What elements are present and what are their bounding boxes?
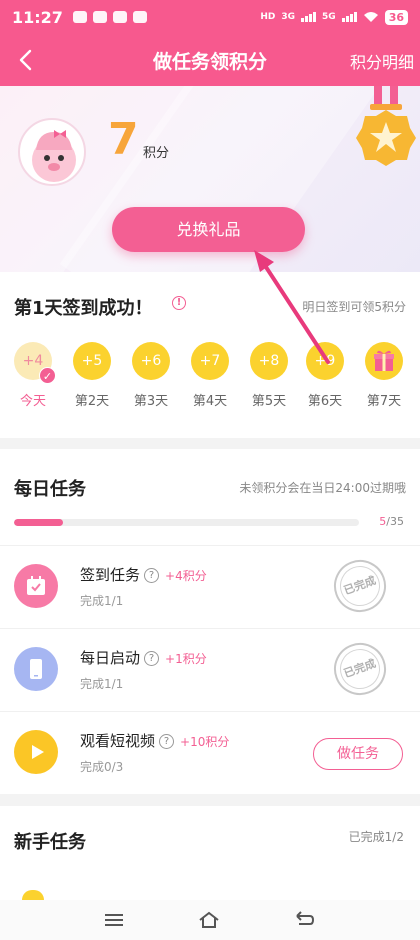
day-label: 第5天 [251, 394, 287, 409]
menu-button[interactable] [100, 908, 128, 932]
system-nav-bar [0, 900, 420, 940]
daily-title: 每日任务 [14, 479, 86, 500]
signal-icon [301, 12, 317, 22]
signin-section: 第1天签到成功！ ! 明日签到可领5积分 +4 ✓ 今天 +5 第2天 +6 第3… [0, 272, 420, 438]
task-icon-partial [22, 890, 44, 900]
coin-icon: +8 [250, 342, 288, 380]
battery-indicator: 36 [384, 9, 408, 25]
signin-tip: 明日签到可领5积分 [302, 300, 406, 314]
points-detail-link[interactable]: 积分明细 [350, 49, 414, 73]
signin-day-6[interactable]: +9 第6天 [302, 342, 348, 409]
day-label: 第6天 [307, 394, 343, 409]
progress-text: 5/35 [379, 515, 404, 528]
daily-progress-bar [14, 519, 359, 526]
info-icon[interactable]: ! [172, 296, 186, 310]
task-progress: 完成1/1 [80, 677, 124, 691]
signin-day-2[interactable]: +5 第2天 [69, 342, 115, 409]
calendar-icon [14, 564, 58, 608]
exchange-gift-button[interactable]: 兑换礼品 [112, 207, 305, 252]
signal-icon-2 [341, 12, 357, 22]
coin-icon: +4 ✓ [14, 342, 56, 384]
wifi-icon [363, 12, 378, 22]
status-right: HD 3G 5G 36 [260, 9, 408, 25]
mail-icon [92, 11, 107, 23]
home-button[interactable] [195, 908, 223, 932]
task-progress: 完成0/3 [80, 760, 124, 774]
avatar[interactable] [18, 118, 86, 186]
day-label: 第7天 [366, 394, 402, 409]
check-icon: ✓ [39, 367, 56, 384]
day-label: 第3天 [133, 394, 169, 409]
task-reward: +10积分 [180, 735, 230, 749]
novice-title: 新手任务 [14, 832, 86, 853]
points-value: 7 [108, 114, 139, 165]
signin-day-1[interactable]: +4 ✓ 今天 [10, 342, 56, 409]
signin-day-7[interactable]: 第7天 [361, 342, 407, 409]
help-icon[interactable]: ? [159, 734, 175, 749]
play-icon [14, 730, 58, 774]
task-progress: 完成1/1 [80, 594, 124, 608]
day-label: 第2天 [74, 394, 110, 409]
back-nav-button[interactable] [290, 908, 318, 932]
tablet-icon [14, 647, 58, 691]
home-icon [199, 911, 219, 928]
task-row-launch[interactable]: 每日启动? +1积分 完成1/1 已完成 [0, 628, 420, 711]
network-5g: 5G [322, 12, 336, 22]
coin-icon: +5 [73, 342, 111, 380]
novice-done-count: 已完成1/2 [348, 830, 404, 844]
day-label: 第4天 [192, 394, 228, 409]
do-task-button[interactable]: 做任务 [313, 738, 403, 770]
completed-stamp: 已完成 [326, 552, 394, 620]
help-icon[interactable]: ? [144, 651, 160, 666]
coin-icon: +6 [132, 342, 170, 380]
signin-day-3[interactable]: +6 第3天 [128, 342, 174, 409]
points-unit: 积分 [143, 146, 170, 161]
coin-icon: +9 [306, 342, 344, 380]
status-time: 11:27 [12, 7, 63, 27]
task-row-video[interactable]: 观看短视频? +10积分 完成0/3 做任务 [0, 711, 420, 794]
completed-stamp: 已完成 [326, 635, 394, 703]
top-nav-bar: 做任务领积分 积分明细 [0, 34, 420, 86]
expire-note: 未领积分会在当日24:00过期哦 [239, 481, 406, 495]
novice-tasks-section: 新手任务 已完成1/2 [0, 806, 420, 900]
message-icon [72, 11, 87, 23]
help-icon[interactable]: ? [144, 568, 160, 583]
network-3g: 3G [281, 12, 296, 22]
points-header: 7 积分 兑换礼品 [0, 86, 420, 272]
daily-tasks-section: 每日任务 未领积分会在当日24:00过期哦 5/35 签到任务? +4积分 完成1… [0, 449, 420, 794]
signin-title: 第1天签到成功！ [14, 298, 153, 319]
notification-icons [72, 11, 147, 23]
medal-icon[interactable] [352, 86, 420, 186]
signin-day-4[interactable]: +7 第4天 [187, 342, 233, 409]
vpn-icon [112, 11, 127, 23]
task-name: 每日启动? +1积分 [80, 649, 207, 667]
network-hd: HD [260, 12, 276, 22]
day-label: 今天 [19, 394, 46, 409]
gift-icon [365, 342, 403, 380]
task-name: 观看短视频? +10积分 [80, 732, 230, 750]
task-row-signin[interactable]: 签到任务? +4积分 完成1/1 已完成 [0, 545, 420, 628]
download-icon [132, 11, 147, 23]
task-reward: +1积分 [165, 652, 207, 666]
status-bar: 11:27 HD 3G 5G 36 [0, 0, 420, 34]
menu-icon [105, 914, 123, 926]
task-name: 签到任务? +4积分 [80, 566, 207, 584]
return-icon [296, 911, 315, 925]
signin-day-5[interactable]: +8 第5天 [246, 342, 292, 409]
task-reward: +4积分 [165, 569, 207, 583]
progress-fill [14, 519, 64, 526]
coin-icon: +7 [191, 342, 229, 380]
